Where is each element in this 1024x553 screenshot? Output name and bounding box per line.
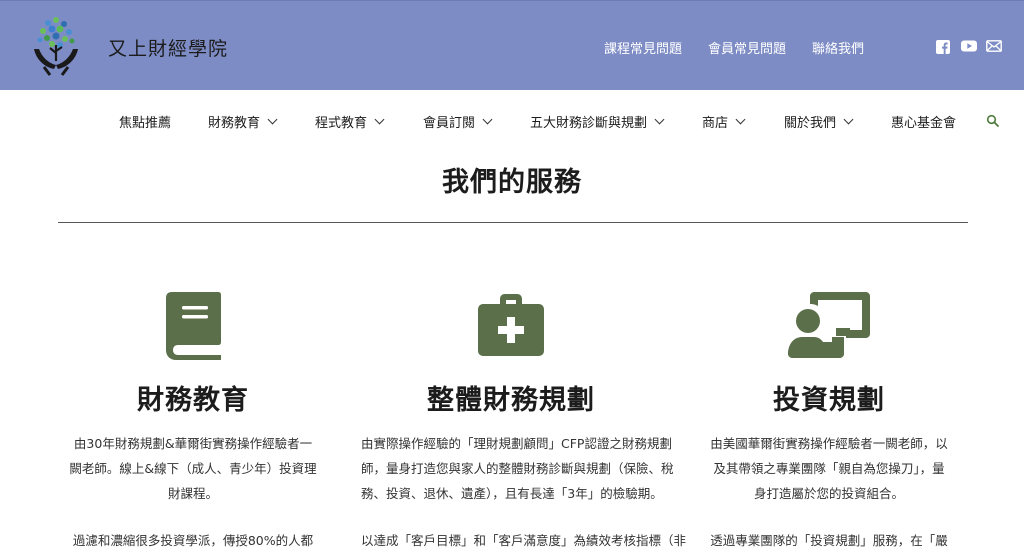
top-links: 課程常見問題 會員常見問題 聯絡我們 bbox=[604, 38, 864, 57]
card-description-continued: 以達成「客戶目標」和「客戶滿意度」為績效考核指標（非 bbox=[361, 528, 687, 553]
site-title[interactable]: 又上財經學院 bbox=[108, 34, 228, 61]
book-icon bbox=[166, 292, 221, 360]
nav-item-featured[interactable]: 焦點推薦 bbox=[119, 112, 171, 131]
top-header: 又上財經學院 課程常見問題 會員常見問題 聯絡我們 bbox=[0, 0, 1024, 90]
card-line: 師，量身打造您與家人的整體財務診斷與規劃（保險、稅 bbox=[361, 461, 674, 476]
card-line: 由30年財務規劃&華爾街實務操作經驗者一 bbox=[73, 436, 313, 451]
card-description-continued: 透過專業團隊的「投資規劃」服務，在「嚴 bbox=[684, 528, 974, 553]
service-card-holistic-planning: 整體財務規劃 由實際操作經驗的「理財規劃顧問」CFP認證之財務規劃 師，量身打造… bbox=[361, 290, 687, 553]
nav-item-label: 商店 bbox=[702, 116, 729, 131]
card-line: 以達成「客戶目標」和「客戶滿意度」為績效考核指標（非 bbox=[361, 533, 687, 548]
mail-icon[interactable] bbox=[986, 40, 1002, 54]
card-line: 過濾和濃縮很多投資學派，傳授80%的人都 bbox=[72, 533, 314, 548]
card-line: 財課程。 bbox=[167, 486, 218, 501]
chevron-down-icon bbox=[374, 114, 385, 125]
divider bbox=[58, 222, 968, 223]
nav-item-financial-education[interactable]: 財務教育 bbox=[208, 112, 278, 131]
card-description-continued: 過濾和濃縮很多投資學派，傳授80%的人都 bbox=[48, 528, 338, 553]
nav-item-label: 五大財務診斷與規劃 bbox=[530, 116, 648, 131]
top-link-course-faq[interactable]: 課程常見問題 bbox=[604, 38, 682, 57]
card-line: 闕老師。線上&線下（成人、青少年）投資理 bbox=[69, 461, 317, 476]
card-line: 由美國華爾街實務操作經驗者一闕老師，以 bbox=[710, 436, 948, 451]
chevron-down-icon bbox=[267, 114, 278, 125]
top-link-member-faq[interactable]: 會員常見問題 bbox=[708, 38, 786, 57]
card-title: 投資規劃 bbox=[773, 385, 885, 416]
chevron-down-icon bbox=[654, 114, 665, 125]
card-line: 透過專業團隊的「投資規劃」服務，在「嚴 bbox=[710, 533, 948, 548]
service-card-investment-planning: 投資規劃 由美國華爾街實務操作經驗者一闕老師，以 及其帶領之專業團隊「親自為您操… bbox=[684, 290, 974, 553]
nav-item-label: 關於我們 bbox=[784, 116, 837, 131]
presentation-icon bbox=[788, 292, 870, 358]
section-title: 我們的服務 bbox=[442, 167, 582, 198]
nav-item-about-us[interactable]: 關於我們 bbox=[784, 112, 854, 131]
nav-item-label: 焦點推薦 bbox=[119, 116, 172, 131]
chevron-down-icon bbox=[843, 114, 854, 125]
card-description: 由30年財務規劃&華爾街實務操作經驗者一 闕老師。線上&線下（成人、青少年）投資… bbox=[48, 431, 338, 506]
service-card-financial-education: 財務教育 由30年財務規劃&華爾街實務操作經驗者一 闕老師。線上&線下（成人、青… bbox=[48, 290, 338, 553]
youtube-icon[interactable] bbox=[961, 40, 977, 54]
search-icon[interactable] bbox=[986, 114, 1000, 128]
card-description: 由實際操作經驗的「理財規劃顧問」CFP認證之財務規劃 師，量身打造您與家人的整體… bbox=[361, 431, 674, 506]
logo-icon[interactable] bbox=[30, 15, 82, 77]
card-line: 身打造屬於您的投資組合。 bbox=[753, 486, 904, 501]
nav-item-foundation[interactable]: 惠心基金會 bbox=[891, 112, 956, 131]
nav-item-label: 會員訂閱 bbox=[423, 116, 476, 131]
card-title: 整體財務規劃 bbox=[427, 385, 595, 416]
nav-item-label: 惠心基金會 bbox=[891, 116, 957, 131]
nav-item-shop[interactable]: 商店 bbox=[702, 112, 746, 131]
chevron-down-icon bbox=[735, 114, 746, 125]
nav-item-financial-diagnosis[interactable]: 五大財務診斷與規劃 bbox=[530, 112, 665, 131]
card-title: 財務教育 bbox=[137, 385, 249, 416]
nav-item-programming-education[interactable]: 程式教育 bbox=[315, 112, 385, 131]
nav-item-label: 程式教育 bbox=[315, 116, 368, 131]
first-aid-kit-icon bbox=[478, 294, 544, 356]
card-description: 由美國華爾街實務操作經驗者一闕老師，以 及其帶領之專業團隊「親自為您操刀」，量 … bbox=[684, 431, 974, 506]
nav-item-membership[interactable]: 會員訂閱 bbox=[423, 112, 493, 131]
chevron-down-icon bbox=[482, 114, 493, 125]
facebook-icon[interactable] bbox=[936, 40, 952, 54]
top-link-contact[interactable]: 聯絡我們 bbox=[812, 38, 864, 57]
card-line: 及其帶領之專業團隊「親自為您操刀」，量 bbox=[713, 461, 945, 476]
main-nav: 焦點推薦 財務教育 程式教育 會員訂閱 五大財務診斷與規劃 商店 關於我們 惠心… bbox=[0, 90, 1024, 148]
card-line: 由實際操作經驗的「理財規劃顧問」CFP認證之財務規劃 bbox=[361, 436, 672, 451]
card-line: 務、投資、退休、遺產），且有長達「3年」的檢驗期。 bbox=[361, 486, 663, 501]
nav-item-label: 財務教育 bbox=[208, 116, 261, 131]
social-links bbox=[936, 40, 1002, 54]
